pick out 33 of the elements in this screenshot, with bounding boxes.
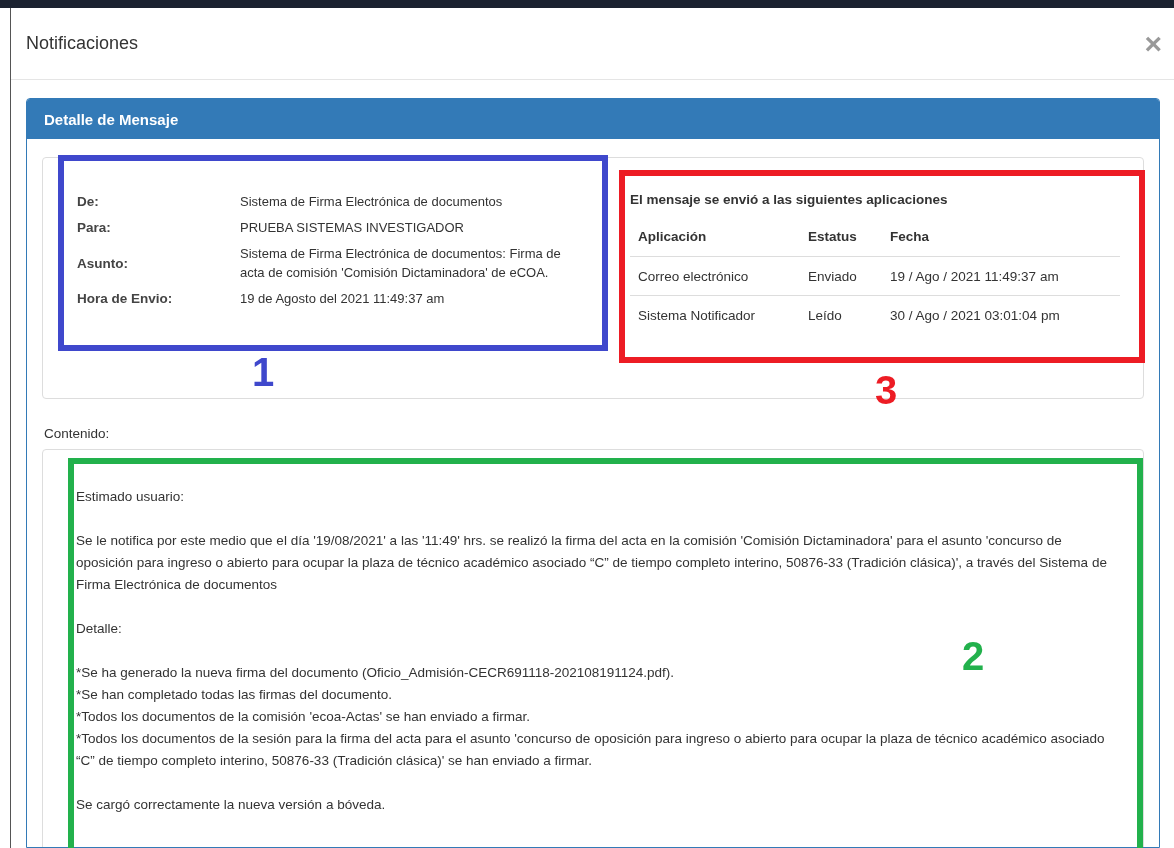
table-cell: Correo electrónico (630, 257, 800, 296)
annotation-number: 2 (962, 636, 985, 676)
content-label: Contenido: (44, 426, 111, 441)
column-header: Fecha (882, 229, 1120, 257)
table-cell: 19 / Ago / 2021 11:49:37 am (882, 257, 1120, 296)
field-value: Sistema de Firma Electrónica de documentos: Firma de acta de comisión 'Comisión Dictaminadora' de eCOA. (240, 245, 562, 282)
detail-line: *Se han completado todas las firmas del documento. (76, 686, 392, 704)
message-paragraph: Se le notifica por este medio que el día '19/08/2021' a las '11:49' hrs. se realizó la firma del acta en la comisión 'Comisión Dictaminadora' para el asunto 'concurso de oposición para ingreso o abierto para ocupar la plaza de técnico académico asociado “C” de tiempo completo interino, 50876-33 (Tradición clásica)', a través del Sistema de Firma Electrónica de documentos (76, 532, 1108, 594)
field-value: 19 de Agosto del 2021 11:49:37 am (240, 290, 446, 308)
table-cell-text: Sistema Notificador (637, 307, 757, 325)
message-paragraph: Se cargó correctamente la nueva versión a bóveda. (76, 796, 386, 814)
field-label: Asunto: (77, 255, 129, 271)
detail-line: *Se ha generado la nueva firma del documento (Oficio_Admisión-CECR691118-202108191124.pdf). (76, 664, 675, 682)
column-header: Estatus (800, 229, 882, 257)
field-value: Sistema de Firma Electrónica de documentos (240, 193, 504, 211)
column-header: Aplicación (630, 229, 800, 257)
detail-line: *Todos los documentos de la comisión 'ecoa-Actas' se han enviado a firmar. (76, 708, 530, 726)
detail-line: *Todos los documentos de la sesión para la firma del acta para el asunto 'concurso de oposición para ingreso o abierto para ocupar la plaza de técnico académico asociado “C” de tiempo completo interino, 50876-33 (Tradición clásica)' se han enviado a firmar. (76, 730, 1106, 770)
annotation-number: 1 (252, 352, 275, 392)
field-value: PRUEBA SISTEMAS INVESTIGADOR (240, 219, 465, 237)
message-paragraph: Detalle: (76, 620, 122, 638)
table-cell-text: 30 / Ago / 2021 03:01:04 pm (889, 307, 1061, 325)
panel-title: Detalle de Mensaje (27, 99, 1159, 139)
field-label: De: (77, 194, 100, 209)
message-paragraph: Estimado usuario: (76, 488, 185, 506)
modal-title: Notificaciones (26, 33, 139, 54)
close-button[interactable]: × (1136, 28, 1170, 59)
delivery-heading: El mensaje se envió a las siguientes aplicaciones (630, 192, 949, 207)
table-cell-text: Leído (807, 307, 843, 325)
table-cell: Enviado (800, 257, 882, 296)
field-label: Hora de Envio: (77, 291, 174, 306)
annotation-number: 3 (875, 370, 898, 410)
field-label: Para: (77, 220, 112, 235)
